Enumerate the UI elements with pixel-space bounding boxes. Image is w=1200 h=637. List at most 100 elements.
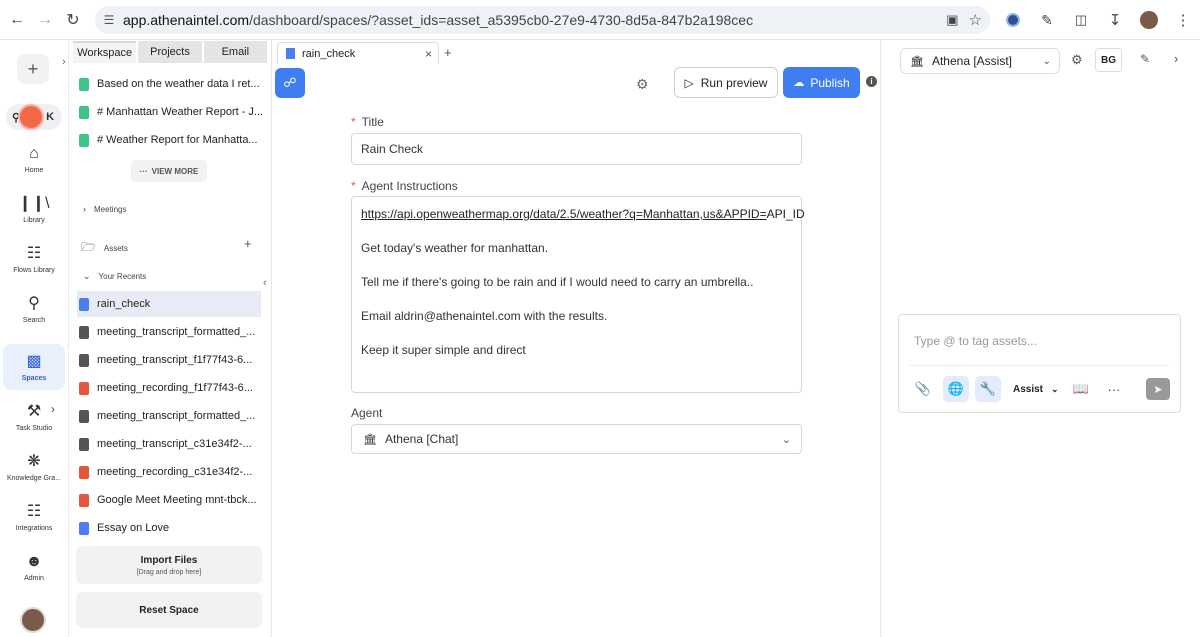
reset-space-button[interactable]: Reset Space <box>76 592 262 628</box>
instructions-link[interactable]: https://api.openweathermap.org/data/2.5/… <box>361 207 767 221</box>
extensions-icon[interactable]: ✎ <box>1030 5 1064 35</box>
browser-toolbar: ← → ↻ ☰ app.athenaintel.com/dashboard/sp… <box>0 0 1200 40</box>
chevron-right-icon: › <box>83 204 86 214</box>
import-files-title: Import Files <box>140 554 198 566</box>
rail-item-admin[interactable]: ☻ Admin <box>0 544 68 590</box>
rail-item-integrations[interactable]: ☷ Integrations <box>0 494 68 540</box>
new-plus-button[interactable]: + <box>17 54 49 84</box>
publish-button[interactable]: ☁ Publish <box>783 67 860 98</box>
agent-instructions-textarea[interactable]: https://api.openweathermap.org/data/2.5/… <box>351 196 805 393</box>
rail-item-search[interactable]: ⚲ Search <box>0 286 68 332</box>
recent-asset-item[interactable]: meeting_recording_f1f77f43-6... <box>79 375 269 401</box>
recent-chat-label: Based on the weather data I ret... <box>97 78 260 90</box>
back-icon[interactable]: ← <box>2 5 32 35</box>
chat-composer[interactable]: Type @ to tag assets... 📎 🌐 🔧 Assist ⌄ 📖… <box>898 314 1181 413</box>
info-icon[interactable]: i <box>866 76 877 87</box>
spaces-icon: ▩ <box>26 353 42 370</box>
reload-icon[interactable]: ↻ <box>58 5 88 35</box>
tab-search-icon[interactable]: ◫ <box>1064 5 1098 35</box>
site-info-icon[interactable]: ☰ <box>95 13 123 27</box>
new-chat-edit-icon[interactable]: ✎ <box>1140 52 1150 66</box>
document-icon <box>79 521 89 535</box>
meetings-section-toggle[interactable]: › Meetings <box>83 204 126 214</box>
close-icon[interactable]: × <box>425 47 432 61</box>
recent-asset-item[interactable]: meeting_transcript_f1f77f43-6... <box>79 347 269 373</box>
rail-item-label: Flows Library <box>13 267 55 274</box>
cursor-indicator <box>18 104 44 130</box>
run-preview-button[interactable]: ▷ Run preview <box>674 67 778 98</box>
import-files-dropzone[interactable]: Import Files [Drag and drop here] <box>76 546 262 584</box>
recent-asset-item[interactable]: Google Meet Meeting mnt-tbck... <box>79 487 269 513</box>
title-input[interactable]: Rain Check <box>351 133 802 165</box>
rail-item-task-studio[interactable]: ⚒ Task Studio <box>0 394 68 440</box>
recent-asset-item[interactable]: Essay on Love <box>79 515 269 541</box>
book-icon[interactable]: 📖 <box>1068 376 1094 402</box>
recent-chat-item[interactable]: # Weather Report for Manhatta... <box>79 127 269 153</box>
browser-menu-icon[interactable]: ⋮ <box>1166 5 1200 35</box>
task-studio-chevron-icon[interactable]: › <box>51 402 55 416</box>
password-manager-icon[interactable] <box>996 5 1030 35</box>
rail-search-button[interactable]: ⚲ K <box>6 104 62 130</box>
instructions-line: https://api.openweathermap.org/data/2.5/… <box>361 206 805 223</box>
settings-gear-icon[interactable]: ⚙ <box>636 76 649 93</box>
recent-asset-item[interactable]: rain_check <box>77 291 261 317</box>
browser-extensions: ✎ ◫ ↧ ⋮ <box>996 5 1200 35</box>
recent-chat-item[interactable]: Based on the weather data I ret... <box>79 71 269 97</box>
editor-tab[interactable]: rain_check × <box>277 42 439 64</box>
collapse-assist-chevron-icon[interactable]: › <box>1174 51 1178 66</box>
bookmark-star-icon[interactable]: ☆ <box>969 11 982 29</box>
chat-input-placeholder[interactable]: Type @ to tag assets... <box>914 334 1037 348</box>
asset-name: meeting_transcript_formatted_... <box>97 326 256 338</box>
flows-icon: ☷ <box>26 245 42 262</box>
audio-file-icon <box>79 381 89 395</box>
assist-agent-select[interactable]: 🏛 Athena [Assist] ⌄ <box>900 48 1060 74</box>
tab-projects[interactable]: Projects <box>138 41 202 63</box>
agent-label-text: Agent <box>351 406 383 420</box>
rail-item-spaces[interactable]: ▩ Spaces <box>3 344 65 390</box>
recent-asset-item[interactable]: meeting_transcript_formatted_... <box>79 319 269 345</box>
recents-section-toggle[interactable]: ⌄ Your Recents <box>83 271 146 282</box>
web-globe-icon[interactable]: 🌐 <box>943 376 969 402</box>
forward-icon[interactable]: → <box>30 5 60 35</box>
attach-paperclip-icon[interactable]: 📎 <box>910 376 936 402</box>
graph-icon: ❋ <box>27 453 41 470</box>
assist-mode-dropdown[interactable]: Assist ⌄ <box>1013 376 1059 402</box>
recent-asset-item[interactable]: meeting_recording_c31e34f2-... <box>79 459 269 485</box>
recent-asset-item[interactable]: meeting_transcript_c31e34f2-... <box>79 431 269 457</box>
add-asset-button[interactable]: + <box>244 236 252 251</box>
user-avatar[interactable] <box>20 607 46 633</box>
install-icon[interactable]: ▣ <box>946 12 958 28</box>
recent-chat-item[interactable]: # Manhattan Weather Report - J... <box>79 99 269 125</box>
more-options-icon[interactable]: ··· <box>1101 376 1127 402</box>
recent-asset-item[interactable]: meeting_transcript_formatted_... <box>79 403 269 429</box>
assist-pane: 🏛 Athena [Assist] ⌄ ⚙ BG ✎ › Type @ to t… <box>881 40 1200 637</box>
address-bar[interactable]: ☰ app.athenaintel.com/dashboard/spaces/?… <box>95 6 990 34</box>
download-icon[interactable]: ↧ <box>1098 5 1132 35</box>
tab-email[interactable]: Email <box>203 41 267 63</box>
text-file-icon <box>79 409 89 423</box>
asset-name: meeting_transcript_c31e34f2-... <box>97 438 252 450</box>
tools-wrench-icon[interactable]: 🔧 <box>975 376 1001 402</box>
rail-item-flows-library[interactable]: ☷ Flows Library <box>0 236 68 282</box>
search-icon: ⚲ <box>28 295 40 312</box>
rail-item-home[interactable]: ⌂ Home <box>0 136 68 182</box>
rail-item-knowledge-graph[interactable]: ❋ Knowledge Gra... <box>0 444 68 490</box>
assist-settings-gear-icon[interactable]: ⚙ <box>1071 52 1083 68</box>
upload-cloud-icon: ☁ <box>793 77 805 89</box>
run-preview-label: Run preview <box>700 75 768 90</box>
tab-workspace[interactable]: Workspace <box>73 41 137 63</box>
rail-expand-chevron-icon[interactable]: › <box>62 56 66 68</box>
rail-item-library[interactable]: ❙❙\ Library <box>0 186 68 232</box>
profile-avatar[interactable] <box>1132 5 1166 35</box>
publish-label: Publish <box>810 75 850 90</box>
new-tab-button[interactable]: + <box>444 45 452 60</box>
recent-chat-label: # Manhattan Weather Report - J... <box>97 106 264 118</box>
agent-select[interactable]: 🏛 Athena [Chat] ⌄ <box>351 424 802 454</box>
tools-icon: ⚒ <box>26 403 42 420</box>
url-text[interactable]: app.athenaintel.com/dashboard/spaces/?as… <box>123 12 753 28</box>
view-more-button[interactable]: ··· VIEW MORE <box>131 160 207 182</box>
flow-toggle-button[interactable]: ☍ <box>275 68 305 98</box>
user-initials-badge[interactable]: BG <box>1095 48 1122 72</box>
send-button[interactable]: ➤ <box>1146 378 1170 400</box>
folder-icon: 🗁 <box>81 240 96 254</box>
